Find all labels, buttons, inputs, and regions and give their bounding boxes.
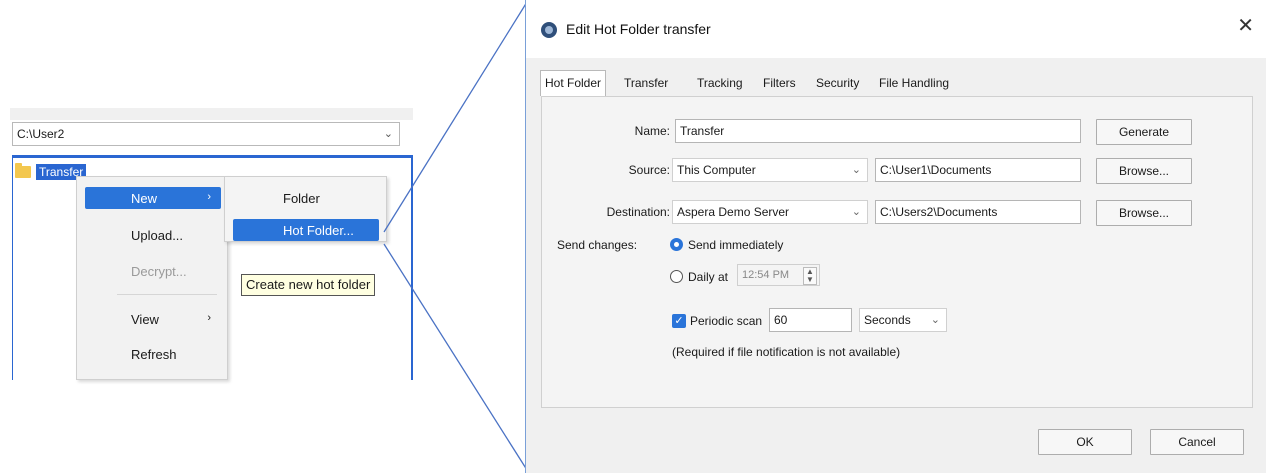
daily-at-label[interactable]: Daily at (688, 270, 728, 284)
tab-hot-folder[interactable]: Hot Folder (540, 70, 607, 96)
scan-note: (Required if file notification is not av… (672, 345, 901, 359)
ok-button[interactable]: OK (1038, 429, 1132, 455)
source-path-input[interactable]: C:\User1\Documents (875, 158, 1081, 182)
scan-interval-input[interactable]: 60 (769, 308, 852, 332)
source-label: Source: (628, 163, 670, 177)
tab-filters[interactable]: Filters (759, 72, 800, 94)
daily-time-spinner: 12:54 PM ▲ ▼ (737, 264, 820, 286)
scan-unit-select[interactable]: Seconds ⌄ (859, 308, 947, 332)
chevron-down-icon: ⌄ (930, 314, 940, 326)
send-changes-label: Send changes: (557, 238, 638, 252)
chevron-down-icon: ⌄ (851, 164, 861, 176)
generate-button[interactable]: Generate (1096, 119, 1192, 145)
periodic-scan-checkbox[interactable]: ✓ (672, 314, 686, 328)
hot-folder-tab-panel: Name: Transfer Generate Source: This Com… (541, 96, 1253, 408)
tab-security[interactable]: Security (812, 72, 863, 94)
close-icon[interactable]: ✕ (1237, 16, 1254, 36)
destination-select-value: Aspera Demo Server (677, 205, 790, 219)
tab-transfer[interactable]: Transfer (620, 72, 672, 94)
source-browse-button[interactable]: Browse... (1096, 158, 1192, 184)
send-immediately-radio[interactable] (670, 238, 683, 251)
name-input[interactable]: Transfer (675, 119, 1081, 143)
cancel-button[interactable]: Cancel (1150, 429, 1244, 455)
send-immediately-label[interactable]: Send immediately (688, 238, 783, 252)
spinner-arrows-icon: ▲ ▼ (803, 267, 817, 285)
destination-label: Destination: (606, 205, 670, 219)
tab-file-handling[interactable]: File Handling (875, 72, 953, 94)
source-select-value: This Computer (677, 163, 756, 177)
dialog-title: Edit Hot Folder transfer (566, 21, 711, 37)
daily-at-radio[interactable] (670, 270, 683, 283)
dialog-title-bar: Edit Hot Folder transfer ✕ (526, 0, 1266, 58)
scan-unit-value: Seconds (864, 313, 911, 327)
daily-time-value: 12:54 PM (742, 269, 790, 281)
destination-browse-button[interactable]: Browse... (1096, 200, 1192, 226)
chevron-down-icon: ⌄ (851, 206, 861, 218)
name-label: Name: (634, 124, 670, 138)
aspera-app-icon (541, 22, 557, 38)
source-select[interactable]: This Computer ⌄ (672, 158, 868, 182)
tab-tracking[interactable]: Tracking (693, 72, 747, 94)
edit-hot-folder-dialog: Edit Hot Folder transfer ✕ Hot Folder Tr… (525, 0, 1266, 473)
destination-path-input[interactable]: C:\Users2\Documents (875, 200, 1081, 224)
destination-select[interactable]: Aspera Demo Server ⌄ (672, 200, 868, 224)
periodic-scan-label[interactable]: Periodic scan (690, 314, 762, 328)
